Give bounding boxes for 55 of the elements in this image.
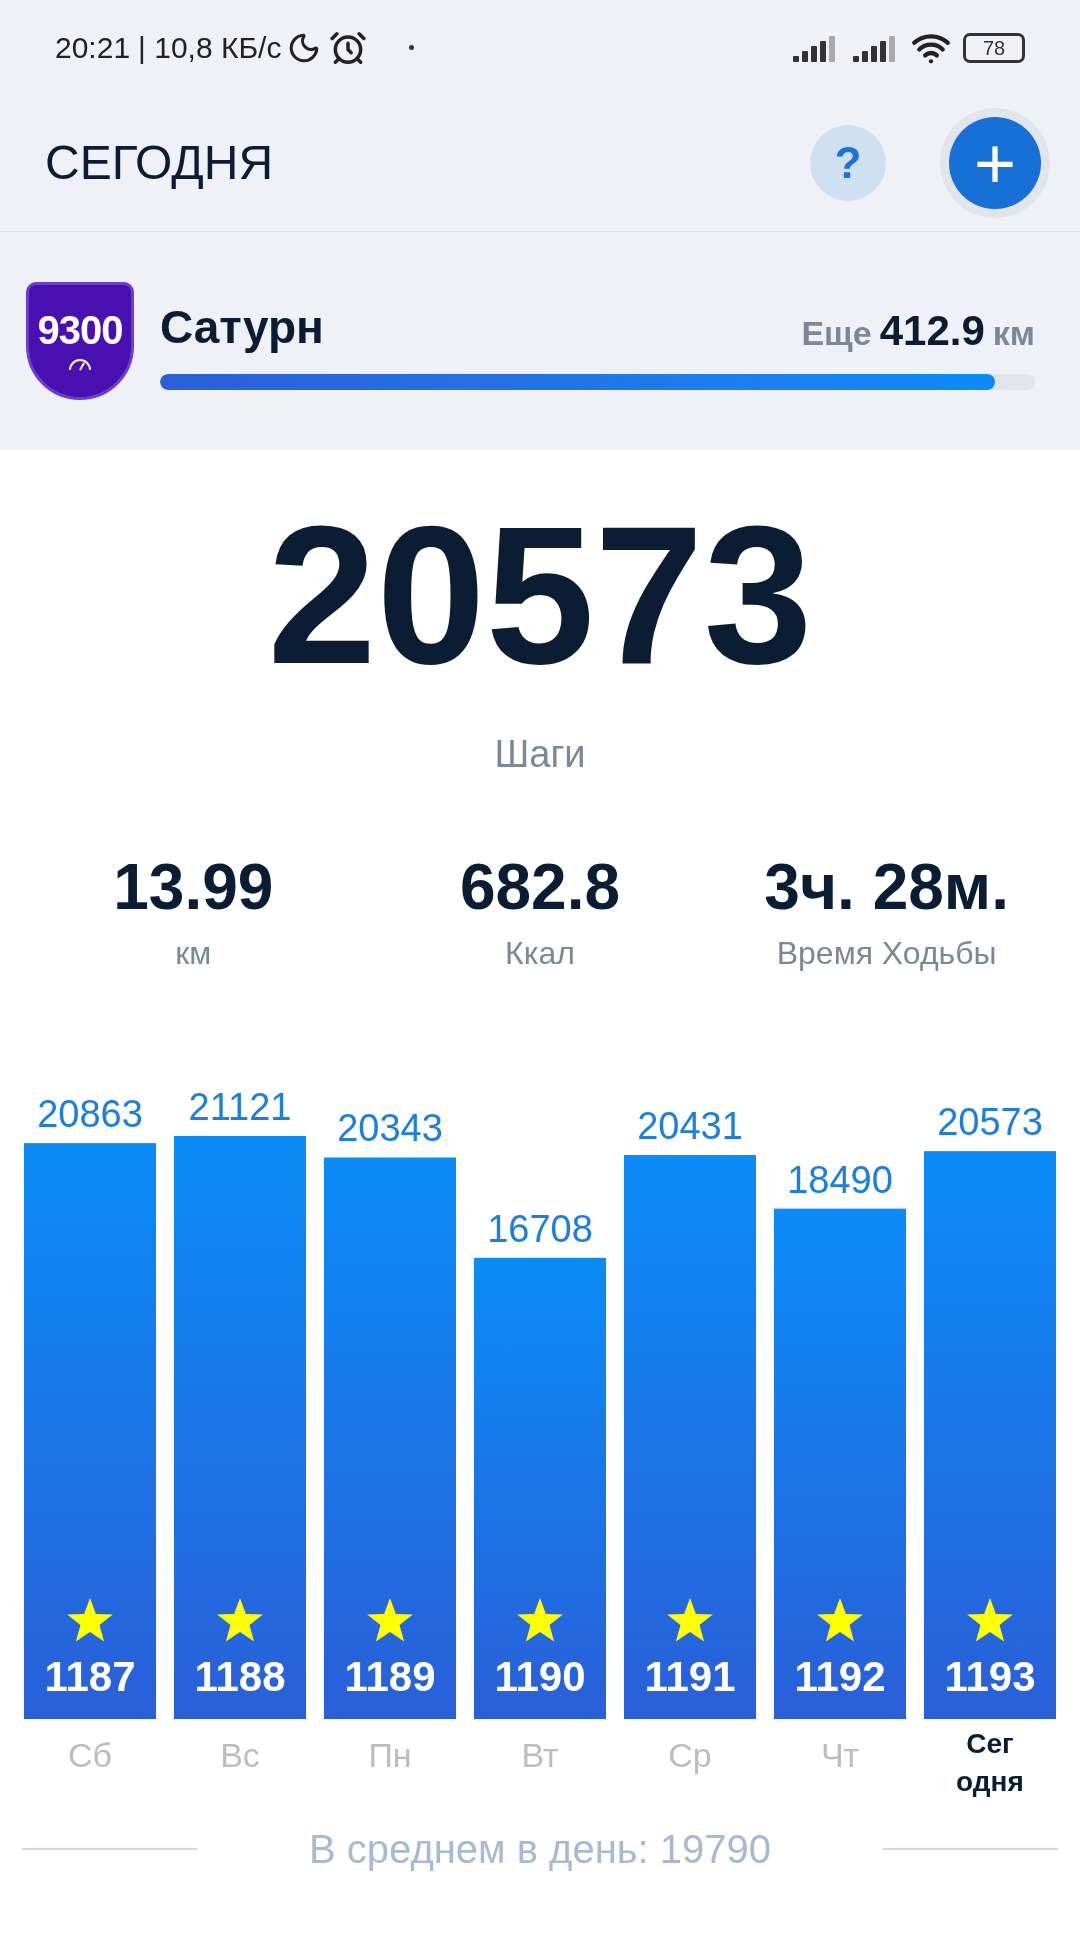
day-label: Сегодня	[956, 1727, 1024, 1799]
bar-value-label: 20343	[337, 1107, 443, 1150]
status-time: 20:21	[55, 30, 131, 66]
bar[interactable]	[174, 1136, 306, 1719]
bar-value-label: 20573	[937, 1101, 1043, 1144]
page-title: СЕГОДНЯ	[45, 135, 275, 191]
bar[interactable]	[624, 1155, 756, 1719]
day-label: Пн	[368, 1735, 412, 1776]
bar[interactable]	[924, 1151, 1056, 1719]
star-icon	[967, 1598, 1013, 1642]
bar[interactable]	[474, 1257, 606, 1719]
bar[interactable]	[24, 1143, 156, 1719]
bar-value-label: 21121	[188, 1086, 292, 1128]
add-button[interactable]: +	[949, 117, 1041, 209]
star-icon	[817, 1598, 863, 1642]
stat-value: 682.8	[459, 850, 621, 925]
steps-label: Шаги	[494, 732, 586, 777]
day-label: Вт	[521, 1735, 559, 1776]
stat-label: км	[175, 934, 212, 973]
bar-value-label: 16708	[487, 1207, 593, 1250]
goal-name: Сатурн	[160, 299, 324, 355]
streak-number: 1190	[494, 1653, 586, 1700]
step-count: 20573	[267, 486, 813, 706]
streak-number: 1193	[944, 1653, 1036, 1700]
streak-number: 1191	[644, 1653, 736, 1700]
bar-value-label: 20431	[637, 1105, 743, 1148]
battery-icon: 78	[963, 32, 1025, 63]
star-icon	[517, 1598, 563, 1642]
help-button[interactable]: ?	[810, 125, 886, 201]
bar-value-label: 20863	[37, 1093, 143, 1136]
remaining-distance: 412.9	[879, 305, 985, 356]
day-label: Вс	[220, 1735, 260, 1776]
stat-value: 3ч. 28м.	[764, 850, 1009, 925]
stat-label: Ккал	[505, 934, 575, 973]
level-badge: 9300	[26, 282, 134, 400]
star-icon	[217, 1598, 263, 1642]
bar-value-label: 18490	[787, 1158, 893, 1201]
day-label: Ср	[668, 1735, 712, 1776]
streak-number: 1188	[194, 1653, 286, 1700]
star-icon	[67, 1598, 113, 1642]
day-label: Чт	[820, 1735, 860, 1776]
streak-number: 1192	[794, 1653, 886, 1700]
daily-average: В среднем в день: 19790	[308, 1826, 772, 1873]
streak-number: 1189	[344, 1653, 436, 1700]
day-label: Сб	[68, 1735, 112, 1776]
stat-value: 13.99	[113, 850, 274, 925]
distance-unit: км	[992, 312, 1035, 354]
bar[interactable]	[774, 1208, 906, 1719]
stat-label: Время Ходьбы	[776, 934, 997, 973]
star-icon	[367, 1598, 413, 1642]
remaining-label: Еще	[801, 312, 872, 354]
network-speed: | 10,8 КБ/с	[138, 30, 282, 66]
star-icon	[667, 1598, 713, 1642]
streak-number: 1187	[44, 1653, 136, 1700]
bar[interactable]	[324, 1157, 456, 1719]
